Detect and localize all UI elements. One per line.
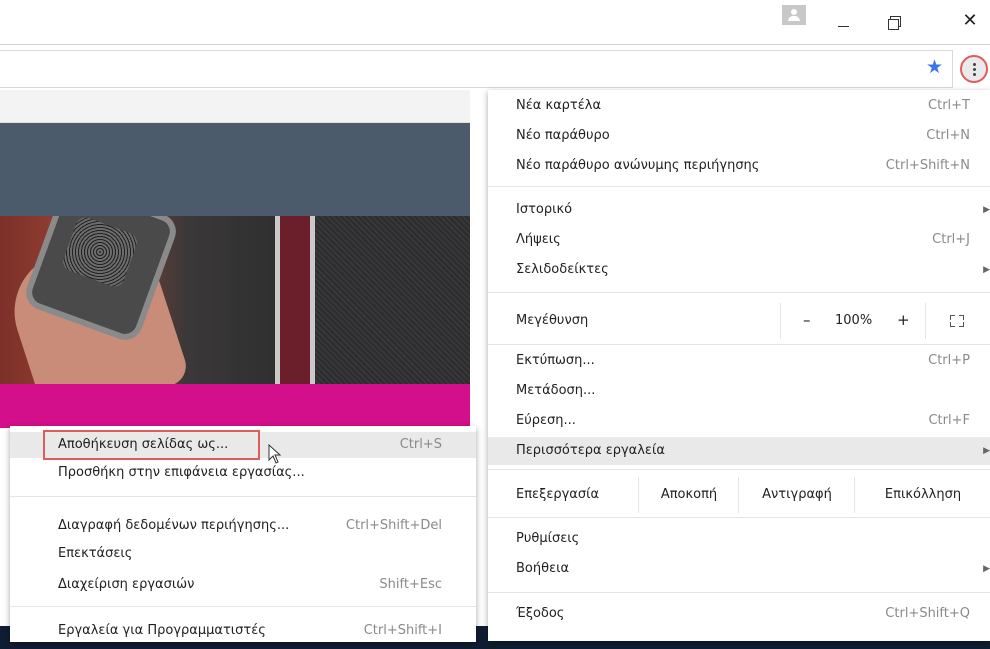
menu-item-shortcut: Ctrl+J — [932, 232, 970, 247]
menu-separator — [488, 517, 990, 518]
menu-item-label: Βοήθεια — [516, 561, 570, 576]
menu-zoom-row: Μεγέθυνση – 100% + — [488, 303, 990, 339]
submenu-item-label: Διαγραφή δεδομένων περιήγησης... — [58, 518, 290, 533]
person-icon[interactable] — [782, 5, 806, 25]
menu-item-cast[interactable]: Μετάδοση... — [488, 378, 990, 404]
more-tools-submenu: Αποθήκευση σελίδας ως... Ctrl+S Προσθήκη… — [10, 426, 476, 642]
submenu-item-shortcut: Ctrl+S — [399, 437, 442, 452]
page-top-strip — [0, 90, 470, 123]
edit-label: Επεξεργασία — [516, 487, 600, 502]
chrome-main-menu: Νέα καρτέλα Ctrl+T Νέο παράθυρο Ctrl+N Ν… — [488, 90, 990, 641]
submenu-item-clear-data[interactable]: Διαγραφή δεδομένων περιήγησης... Ctrl+Sh… — [10, 513, 476, 539]
submenu-item-label: Προσθήκη στην επιφάνεια εργασίας... — [58, 465, 305, 480]
page-accent-band — [0, 384, 470, 428]
address-bar[interactable] — [0, 50, 953, 88]
menu-item-label: Ρυθμίσεις — [516, 531, 580, 546]
page-header-band — [0, 123, 470, 216]
chrome-menu-button[interactable] — [960, 55, 988, 83]
menu-item-label: Ιστορικό — [516, 202, 573, 217]
browser-toolbar: ★ — [0, 44, 990, 91]
menu-separator — [488, 592, 990, 593]
close-button[interactable]: ✕ — [950, 6, 990, 36]
submenu-arrow-icon: ▶ — [983, 205, 990, 215]
fullscreen-icon[interactable] — [950, 315, 964, 327]
menu-item-label: Περισσότερα εργαλεία — [516, 443, 665, 458]
submenu-item-label: Εργαλεία για Προγραμματιστές — [58, 623, 266, 638]
menu-item-find[interactable]: Εύρεση... Ctrl+F — [488, 408, 990, 434]
zoom-out-button[interactable]: – — [803, 311, 811, 329]
zoom-control: – 100% + — [780, 303, 926, 339]
menu-separator — [488, 469, 990, 470]
highlight-box — [43, 430, 260, 460]
copy-button[interactable]: Αντιγραφή — [738, 477, 855, 513]
menu-item-label: Εκτύπωση... — [516, 353, 595, 368]
zoom-label: Μεγέθυνση — [516, 313, 589, 328]
menu-item-help[interactable]: Βοήθεια ▶ — [488, 556, 990, 582]
submenu-arrow-icon: ▶ — [983, 265, 990, 275]
menu-item-new-window[interactable]: Νέο παράθυρο Ctrl+N — [488, 123, 990, 149]
menu-item-label: Μετάδοση... — [516, 383, 596, 398]
close-icon: ✕ — [962, 10, 978, 31]
submenu-item-extensions[interactable]: Επεκτάσεις — [10, 541, 476, 567]
menu-item-new-tab[interactable]: Νέα καρτέλα Ctrl+T — [488, 93, 990, 119]
menu-item-history[interactable]: Ιστορικό ▶ — [488, 197, 990, 223]
submenu-item-add-to-desktop[interactable]: Προσθήκη στην επιφάνεια εργασίας... — [10, 460, 476, 486]
menu-item-label: Έξοδος — [516, 606, 565, 621]
menu-separator — [488, 186, 990, 187]
menu-item-label: Σελιδοδείκτες — [516, 262, 609, 277]
three-dots-icon — [973, 63, 976, 78]
submenu-item-shortcut: Ctrl+Shift+I — [363, 623, 442, 638]
submenu-arrow-icon: ▶ — [983, 446, 990, 456]
menu-item-shortcut: Ctrl+P — [928, 353, 970, 368]
cut-button[interactable]: Αποκοπή — [638, 477, 739, 513]
submenu-item-label: Διαχείριση εργασιών — [58, 577, 195, 592]
menu-item-label: Εύρεση... — [516, 413, 576, 428]
menu-item-label: Λήψεις — [516, 232, 561, 247]
menu-edit-row: Επεξεργασία Αποκοπή Αντιγραφή Επικόλληση — [488, 477, 990, 513]
minimize-icon — [838, 26, 849, 27]
menu-item-print[interactable]: Εκτύπωση... Ctrl+P — [488, 348, 990, 374]
minimize-button[interactable] — [823, 6, 863, 36]
menu-item-exit[interactable]: Έξοδος Ctrl+Shift+Q — [488, 601, 990, 627]
menu-item-label: Νέο παράθυρο — [516, 128, 610, 143]
menu-item-incognito[interactable]: Νέο παράθυρο ανώνυμης περιήγησης Ctrl+Sh… — [488, 153, 990, 179]
menu-item-shortcut: Ctrl+N — [926, 128, 970, 143]
submenu-item-shortcut: Ctrl+Shift+Del — [345, 518, 442, 533]
submenu-item-label: Επεκτάσεις — [58, 546, 133, 561]
menu-separator — [488, 344, 990, 345]
menu-item-shortcut: Ctrl+F — [928, 413, 970, 428]
paste-button[interactable]: Επικόλληση — [854, 477, 990, 513]
zoom-in-button[interactable]: + — [897, 311, 910, 329]
submenu-item-shortcut: Shift+Esc — [379, 577, 442, 592]
menu-item-downloads[interactable]: Λήψεις Ctrl+J — [488, 227, 990, 253]
zoom-level: 100% — [835, 313, 873, 328]
menu-item-bookmarks[interactable]: Σελιδοδείκτες ▶ — [488, 257, 990, 283]
menu-item-more-tools[interactable]: Περισσότερα εργαλεία ▶ — [488, 437, 990, 465]
submenu-item-dev-tools[interactable]: Εργαλεία για Προγραμματιστές Ctrl+Shift+… — [10, 618, 476, 644]
star-icon[interactable]: ★ — [926, 57, 943, 77]
window-titlebar: ✕ — [0, 0, 990, 44]
menu-item-settings[interactable]: Ρυθμίσεις — [488, 526, 990, 552]
menu-separator — [488, 292, 990, 293]
menu-item-shortcut: Ctrl+T — [928, 98, 970, 113]
menu-item-label: Νέα καρτέλα — [516, 98, 602, 113]
submenu-arrow-icon: ▶ — [983, 564, 990, 574]
hero-image — [0, 216, 470, 384]
submenu-item-task-manager[interactable]: Διαχείριση εργασιών Shift+Esc — [10, 572, 476, 598]
menu-item-label: Νέο παράθυρο ανώνυμης περιήγησης — [516, 158, 760, 173]
menu-separator — [10, 606, 476, 607]
menu-item-shortcut: Ctrl+Shift+N — [885, 158, 970, 173]
menu-separator — [10, 496, 476, 497]
menu-item-shortcut: Ctrl+Shift+Q — [885, 606, 970, 621]
restore-button[interactable] — [873, 6, 913, 36]
